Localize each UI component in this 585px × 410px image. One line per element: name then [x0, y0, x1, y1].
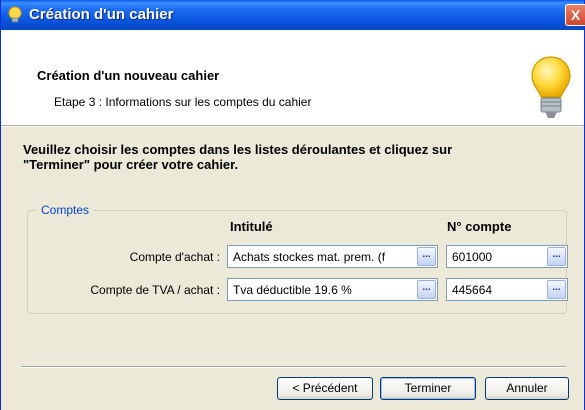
- dialog-window: Création d'un cahier X Création d'un nou…: [0, 0, 585, 410]
- vat-account-label-field[interactable]: Tva déductible 19.6 % ...: [227, 278, 438, 301]
- vat-purchase-account-label: Compte de TVA / achat :: [90, 283, 220, 297]
- wizard-title: Création d'un nouveau cahier: [37, 68, 220, 83]
- instructions-line-1: Veuillez choisir les comptes dans les li…: [23, 142, 453, 157]
- purchase-account-label-lookup-button[interactable]: ...: [417, 247, 436, 266]
- purchase-account-label-value: Achats stockes mat. prem. (f: [233, 250, 386, 264]
- instructions-text: Veuillez choisir les comptes dans les li…: [23, 142, 568, 172]
- purchase-account-number-value: 601000: [452, 250, 493, 264]
- instructions-line-2: "Terminer" pour créer votre cahier.: [23, 157, 239, 172]
- purchase-account-number-lookup-button[interactable]: ...: [547, 247, 566, 266]
- header-separator: [1, 125, 584, 127]
- finish-button[interactable]: Terminer: [380, 377, 476, 400]
- vat-account-number-value: 445664: [452, 283, 493, 297]
- cancel-button[interactable]: Annuler: [485, 377, 569, 400]
- accounts-groupbox-legend: Comptes: [37, 203, 94, 217]
- vat-account-label-lookup-button[interactable]: ...: [417, 280, 436, 299]
- footer-separator: [21, 366, 566, 368]
- title-bar[interactable]: Création d'un cahier X: [1, 0, 585, 30]
- vat-account-label-value: Tva déductible 19.6 %: [233, 283, 352, 297]
- window-title: Création d'un cahier: [29, 6, 174, 23]
- previous-button[interactable]: < Précédent: [277, 377, 373, 400]
- column-header-account-number: N° compte: [447, 219, 512, 234]
- purchase-account-number-field[interactable]: 601000 ...: [446, 245, 568, 268]
- column-header-label: Intitulé: [230, 219, 273, 234]
- wizard-step-description: Etape 3 : Informations sur les comptes d…: [54, 95, 312, 109]
- vat-account-number-field[interactable]: 445664 ...: [446, 278, 568, 301]
- purchase-account-label-field[interactable]: Achats stockes mat. prem. (f ...: [227, 245, 438, 268]
- lightbulb-icon: [531, 56, 571, 118]
- vat-account-number-lookup-button[interactable]: ...: [547, 280, 566, 299]
- close-icon: X: [570, 7, 581, 23]
- lightbulb-icon: [8, 6, 22, 23]
- wizard-header: Création d'un nouveau cahier Etape 3 : I…: [1, 30, 584, 125]
- purchase-account-label: Compte d'achat :: [129, 250, 220, 264]
- close-button[interactable]: X: [565, 4, 585, 26]
